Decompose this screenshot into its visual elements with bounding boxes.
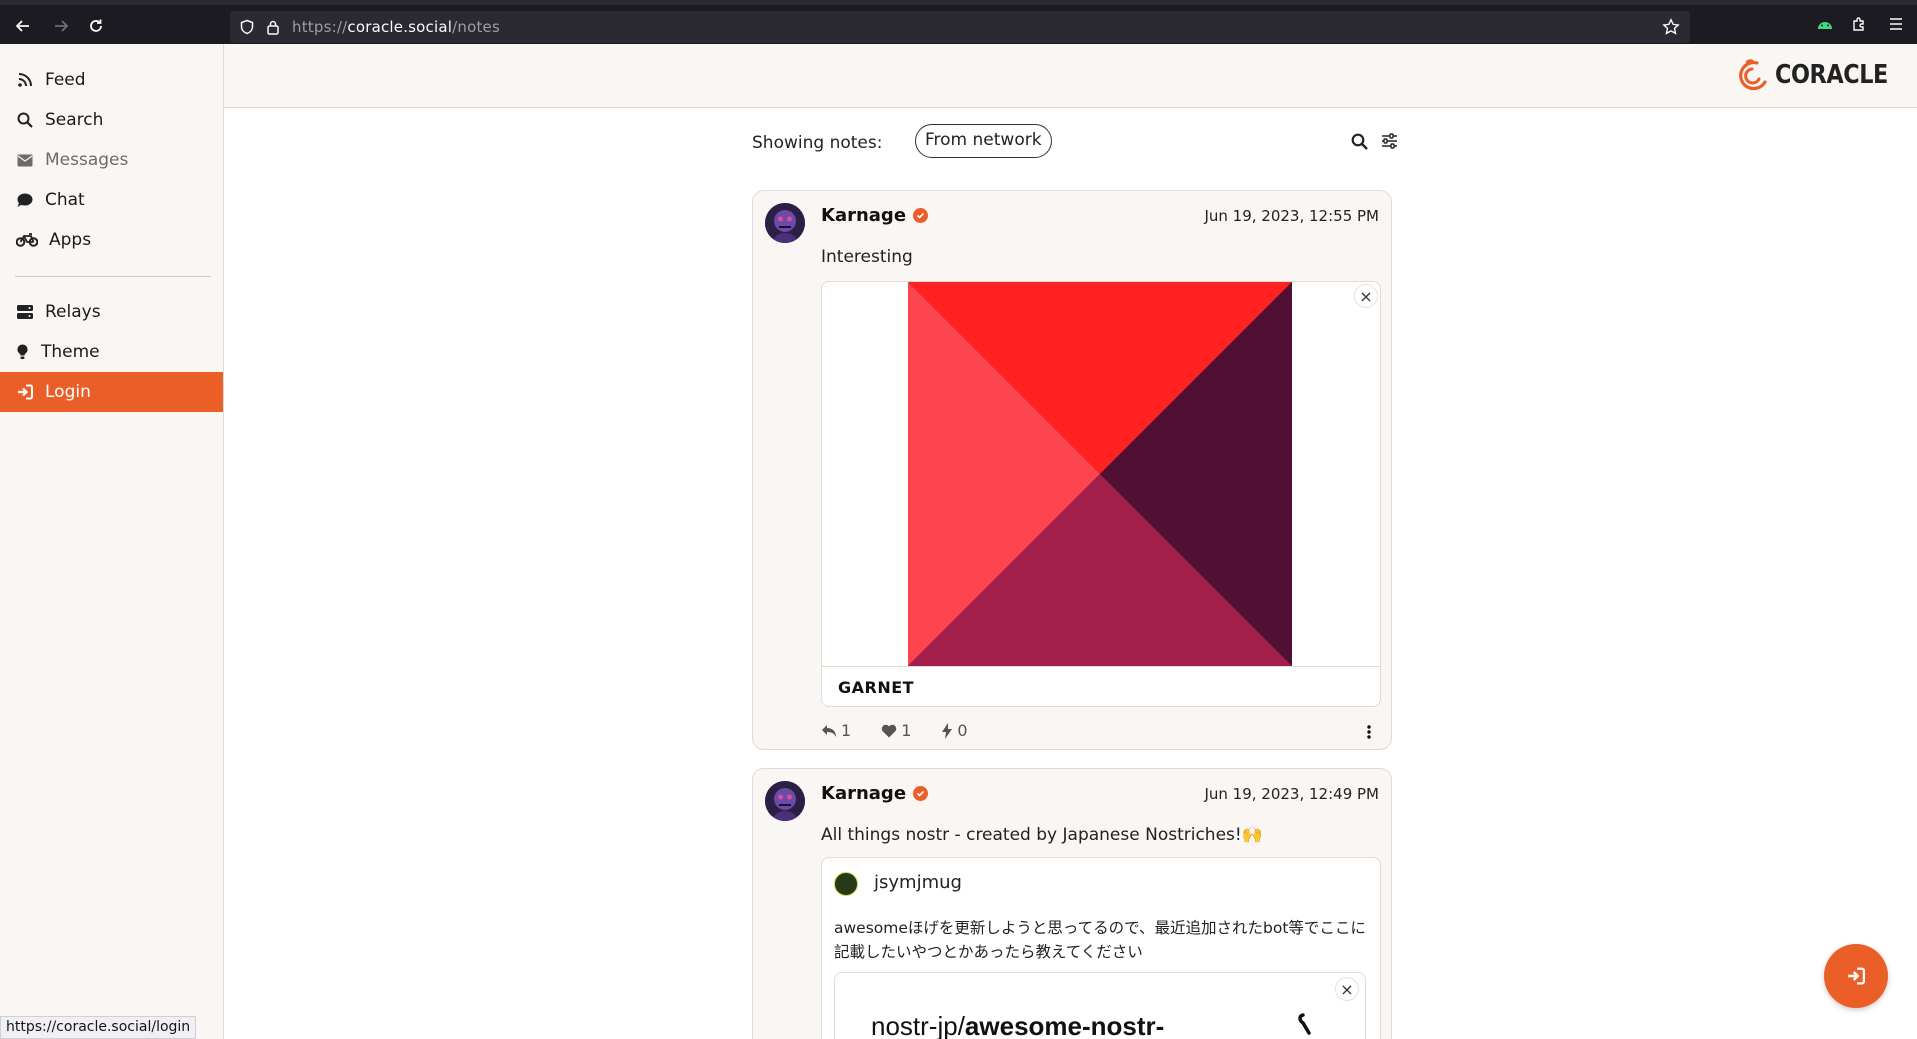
url-scheme: https:// bbox=[292, 18, 348, 36]
feed-main: Showing notes: From network Karnage Jun … bbox=[224, 108, 1917, 1039]
quote-text: awesomeほげを更新しようと思ってるので、最近追加されたbot等でここに記載… bbox=[834, 919, 1366, 961]
sliders-icon[interactable] bbox=[1378, 130, 1400, 152]
top-header: CORACLE bbox=[224, 44, 1917, 108]
extensions-puzzle-icon[interactable] bbox=[1848, 13, 1870, 35]
search-icon bbox=[15, 110, 35, 130]
sidebar-item-label: Apps bbox=[49, 230, 92, 250]
author-name: Karnage bbox=[821, 783, 907, 804]
sidebar-item-label: Login bbox=[45, 382, 91, 402]
heart-icon bbox=[881, 724, 897, 737]
back-icon[interactable] bbox=[12, 15, 34, 37]
server-icon bbox=[15, 302, 35, 322]
url-path: /notes bbox=[452, 18, 501, 36]
feed-filter-row: Showing notes: From network bbox=[752, 124, 1397, 160]
shield-icon[interactable] bbox=[236, 16, 258, 38]
avatar[interactable] bbox=[765, 781, 805, 821]
bolt-icon bbox=[942, 722, 953, 739]
forward-icon[interactable] bbox=[50, 15, 72, 37]
reload-icon[interactable] bbox=[85, 15, 107, 37]
sidebar-item-label: Feed bbox=[45, 70, 86, 90]
sidebar-item-relays[interactable]: Relays bbox=[0, 292, 223, 332]
sign-in-icon bbox=[15, 382, 35, 402]
note-timestamp[interactable]: Jun 19, 2023, 12:55 PM bbox=[1204, 207, 1379, 225]
bookmark-star-icon[interactable] bbox=[1660, 16, 1682, 38]
sidebar-item-label: Chat bbox=[45, 190, 85, 210]
extension-android-icon[interactable] bbox=[1814, 13, 1836, 35]
menu-hamburger-icon[interactable] bbox=[1885, 13, 1907, 35]
quoted-note[interactable]: jsymjmug awesomeほげを更新しようと思ってるので、最近追加されたb… bbox=[821, 857, 1381, 1039]
avatar[interactable] bbox=[834, 872, 858, 896]
sidebar-item-chat[interactable]: Chat bbox=[0, 180, 223, 220]
media-divider bbox=[822, 666, 1380, 667]
browser-toolbar: https://coracle.social/notes bbox=[0, 0, 1917, 44]
media-preview-card[interactable]: × GARNET bbox=[821, 281, 1381, 707]
zap-count: 0 bbox=[957, 721, 968, 740]
garnet-image bbox=[822, 282, 1380, 666]
note-content: All things nostr - created by Japanese N… bbox=[821, 825, 1263, 845]
lightbulb-icon bbox=[15, 342, 29, 362]
avatar[interactable] bbox=[765, 203, 805, 243]
sidebar-item-label: Relays bbox=[45, 302, 101, 322]
sidebar-item-messages[interactable]: Messages bbox=[0, 140, 223, 180]
showing-notes-label: Showing notes: bbox=[752, 133, 883, 153]
sidebar-item-label: Theme bbox=[41, 342, 100, 362]
search-icon[interactable] bbox=[1348, 130, 1370, 152]
note-content: Interesting bbox=[821, 247, 913, 267]
more-options-icon[interactable] bbox=[1367, 725, 1371, 739]
like-button[interactable]: 1 bbox=[881, 721, 911, 740]
note-author[interactable]: Karnage bbox=[821, 205, 929, 226]
link-title-prefix: nostr-jp/ bbox=[871, 1011, 965, 1039]
sign-in-icon bbox=[1848, 967, 1865, 985]
url-host: coracle.social bbox=[347, 18, 453, 36]
link-preview-card[interactable]: × nostr-jp/awesome-nostr- bbox=[834, 972, 1366, 1039]
coracle-logo-icon bbox=[1738, 59, 1767, 91]
sidebar-item-apps[interactable]: Apps bbox=[0, 220, 223, 260]
comment-icon bbox=[15, 190, 35, 210]
sidebar-item-login[interactable]: Login bbox=[0, 372, 223, 412]
lock-icon[interactable] bbox=[262, 16, 284, 38]
note-author[interactable]: Karnage bbox=[821, 783, 929, 804]
login-fab-button[interactable] bbox=[1824, 944, 1888, 1008]
note-card[interactable]: Karnage Jun 19, 2023, 12:55 PM Interesti… bbox=[752, 190, 1392, 750]
verified-badge-icon bbox=[913, 786, 929, 801]
zap-button[interactable]: 0 bbox=[941, 721, 968, 740]
sidebar-divider bbox=[15, 276, 211, 277]
rss-icon bbox=[15, 70, 35, 90]
link-preview-glyph-icon bbox=[1298, 1013, 1311, 1035]
media-title: GARNET bbox=[838, 678, 915, 697]
reply-count: 1 bbox=[841, 721, 852, 740]
verified-badge-icon bbox=[913, 208, 929, 223]
sidebar-item-label: Messages bbox=[45, 150, 129, 170]
sidebar-item-label: Search bbox=[45, 110, 104, 130]
reply-icon bbox=[822, 724, 836, 737]
envelope-icon bbox=[15, 150, 35, 170]
sidebar-item-search[interactable]: Search bbox=[0, 100, 223, 140]
coracle-logo[interactable]: CORACLE bbox=[1735, 58, 1906, 92]
close-icon[interactable]: × bbox=[1354, 284, 1378, 308]
url-text[interactable]: https://coracle.social/notes bbox=[292, 18, 500, 36]
author-name: Karnage bbox=[821, 205, 907, 226]
sidebar-item-feed[interactable]: Feed bbox=[0, 60, 223, 100]
quote-author[interactable]: jsymjmug bbox=[874, 872, 962, 893]
reply-button[interactable]: 1 bbox=[821, 721, 851, 740]
note-actions: 1 1 0 bbox=[821, 721, 998, 740]
note-timestamp[interactable]: Jun 19, 2023, 12:49 PM bbox=[1204, 785, 1379, 803]
note-card[interactable]: Karnage Jun 19, 2023, 12:49 PM All thing… bbox=[752, 768, 1392, 1039]
sidebar: Feed Search Messages Chat Apps Relays Th… bbox=[0, 44, 224, 1039]
address-bar[interactable]: https://coracle.social/notes bbox=[230, 11, 1690, 43]
sidebar-item-theme[interactable]: Theme bbox=[0, 332, 223, 372]
logo-text: CORACLE bbox=[1774, 60, 1888, 90]
link-title: nostr-jp/awesome-nostr- bbox=[871, 1011, 1164, 1039]
link-title-bold: awesome-nostr- bbox=[964, 1011, 1165, 1039]
status-bar-url: https://coracle.social/login bbox=[0, 1016, 197, 1039]
close-icon[interactable]: × bbox=[1335, 977, 1359, 1001]
bicycle-icon bbox=[15, 230, 39, 250]
like-count: 1 bbox=[901, 721, 912, 740]
from-network-chip[interactable]: From network bbox=[915, 124, 1052, 158]
